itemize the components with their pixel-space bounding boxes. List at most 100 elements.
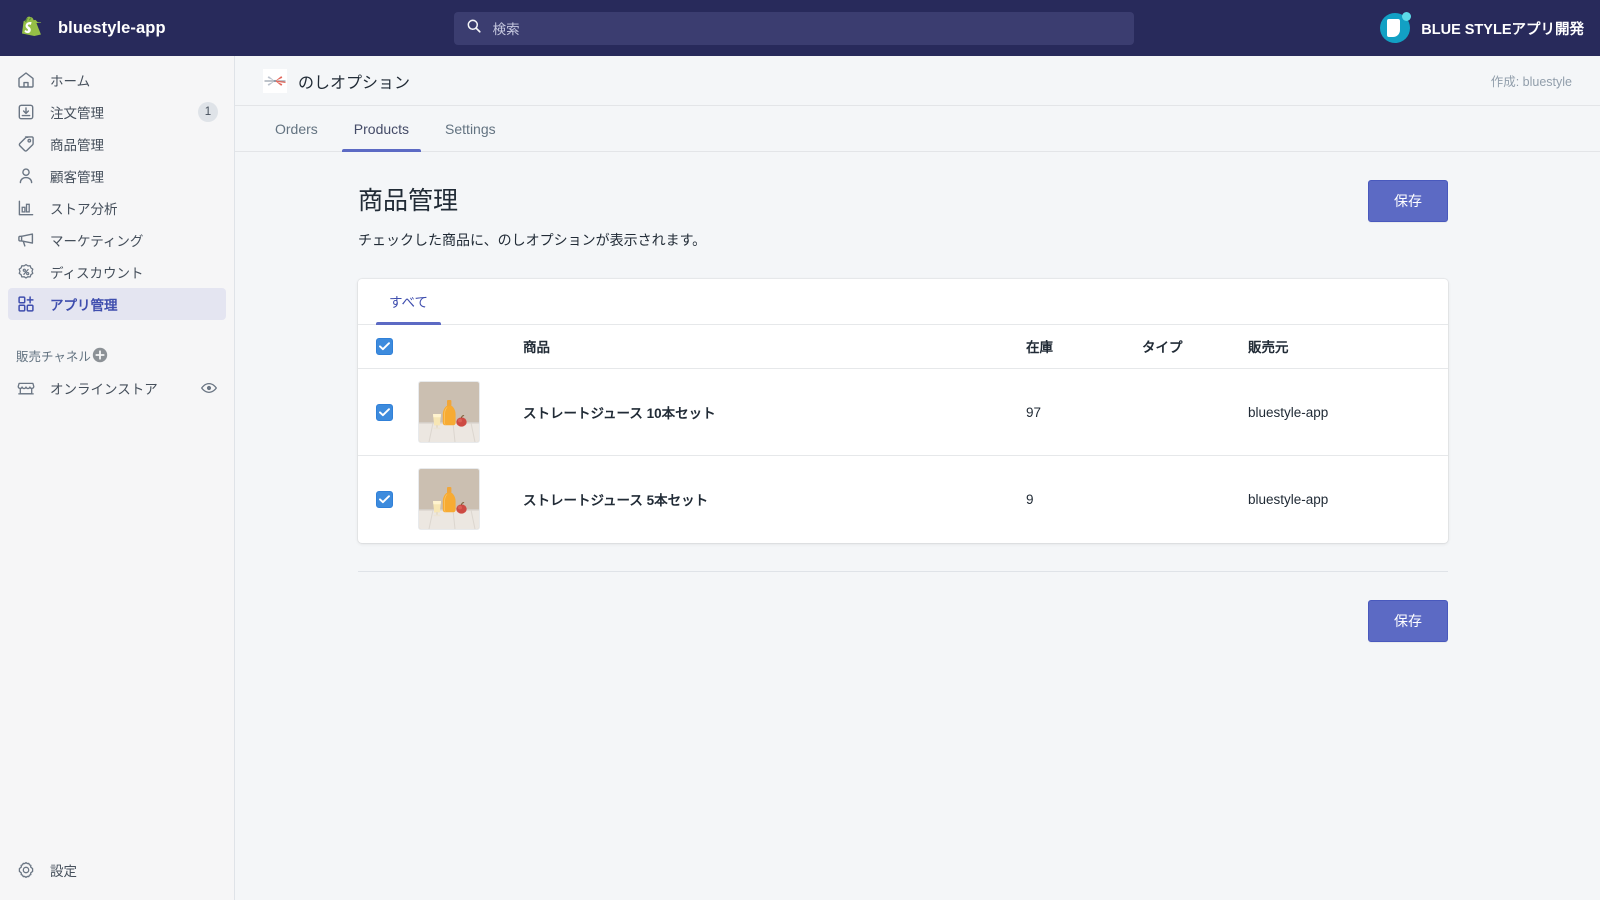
app-author-label: 作成: bluestyle xyxy=(1490,75,1572,89)
stock-header: 在庫 xyxy=(1026,324,1142,370)
sidebar-nav-list: ホーム 注文管理 1 商品管理 顧客管理 ストア分析 マーケティング ディスカウ… xyxy=(0,56,234,320)
sales-channel-label: 販売チャネル xyxy=(16,349,91,364)
row-stock-cell: 9 xyxy=(1026,455,1142,543)
app-tab-bar: Orders Products Settings xyxy=(235,106,1600,152)
customer-person-icon xyxy=(16,166,36,186)
app-title: のしオプション xyxy=(298,74,411,92)
sidebar-item-marketing[interactable]: マーケティング xyxy=(8,224,226,256)
row-checkbox[interactable] xyxy=(376,403,393,421)
analytics-bar-chart-icon xyxy=(16,198,36,218)
row-name-cell: ストレートジュース 5本セット xyxy=(523,455,1026,543)
type-header: タイプ xyxy=(1142,324,1248,370)
row-type-cell xyxy=(1142,369,1248,456)
product-tag-icon xyxy=(16,134,36,154)
filter-tab-all[interactable]: すべて xyxy=(376,279,442,325)
vendor-value: bluestyle-app xyxy=(1248,491,1329,507)
stock-value: 97 xyxy=(1026,404,1042,420)
product-name: ストレートジュース 10本セット xyxy=(523,406,716,422)
sidebar-item-home[interactable]: ホーム xyxy=(8,64,226,96)
noshi-ribbon-icon xyxy=(263,68,287,93)
save-button-top[interactable]: 保存 xyxy=(1368,180,1448,222)
products-table-head: 商品 在庫 タイプ 販売元 xyxy=(358,324,1448,370)
sidebar-item-label: 商品管理 xyxy=(50,138,104,153)
plus-circle-icon[interactable] xyxy=(91,346,109,364)
account-name-label: BLUE STYLEアプリ開発 xyxy=(1421,21,1584,38)
sidebar-item-customers[interactable]: 顧客管理 xyxy=(8,160,226,192)
products-table-body: ストレートジュース 10本セット 97 bluestyle-app ストレートジ… xyxy=(358,369,1448,543)
page-content: 商品管理 チェックした商品に、のしオプションが表示されます。 保存 すべて 商品… xyxy=(358,180,1448,642)
table-row[interactable]: ストレートジュース 10本セット 97 bluestyle-app xyxy=(358,369,1448,456)
discount-percent-icon xyxy=(16,262,36,282)
page-footer-actions: 保存 xyxy=(358,599,1448,642)
product-header: 商品 xyxy=(523,324,1026,370)
row-type-cell xyxy=(1142,455,1248,543)
gear-icon xyxy=(16,860,36,880)
apps-grid-plus-icon xyxy=(16,294,36,314)
thumbnail-header xyxy=(418,324,523,370)
store-brand[interactable]: bluestyle-app xyxy=(0,0,235,56)
tab-settings[interactable]: Settings xyxy=(433,106,508,151)
tab-label: Settings xyxy=(445,120,496,137)
row-select-cell xyxy=(358,455,418,543)
sidebar-item-label: ストア分析 xyxy=(50,202,118,217)
table-row[interactable]: ストレートジュース 5本セット 9 bluestyle-app xyxy=(358,455,1448,543)
search-input[interactable]: 検索 xyxy=(453,11,1134,45)
top-bar: bluestyle-app 検索 BLUE STYLEアプリ開発 xyxy=(0,0,1600,56)
shopify-bag-icon xyxy=(17,12,46,44)
select-all-header xyxy=(358,324,418,370)
storefront-icon xyxy=(16,378,36,398)
stock-value: 9 xyxy=(1026,491,1034,507)
sidebar-item-label: 設定 xyxy=(50,864,77,879)
eye-icon[interactable] xyxy=(200,379,218,397)
sidebar-item-discounts[interactable]: ディスカウント xyxy=(8,256,226,288)
row-vendor-cell: bluestyle-app xyxy=(1248,369,1448,456)
store-name-label: bluestyle-app xyxy=(58,18,166,37)
page-subtitle: チェックした商品に、のしオプションが表示されます。 xyxy=(358,232,707,248)
app-embed-frame: のしオプション 作成: bluestyle Orders Products Se… xyxy=(235,56,1600,900)
sidebar-item-label: アプリ管理 xyxy=(50,298,118,313)
section-divider xyxy=(358,570,1448,572)
sidebar-item-settings[interactable]: 設定 xyxy=(8,854,226,886)
card-filter-tabs: すべて xyxy=(358,279,1448,325)
tab-label: Orders xyxy=(275,120,318,137)
sidebar-item-label: 注文管理 xyxy=(50,106,104,121)
row-checkbox[interactable] xyxy=(376,490,393,508)
sidebar-footer: 設定 xyxy=(0,854,234,886)
page-header-text: 商品管理 チェックした商品に、のしオプションが表示されます。 xyxy=(358,186,1368,251)
row-vendor-cell: bluestyle-app xyxy=(1248,455,1448,543)
orders-count-badge: 1 xyxy=(198,102,218,122)
sidebar-item-analytics[interactable]: ストア分析 xyxy=(8,192,226,224)
avatar-accent-dot xyxy=(1402,12,1412,21)
sidebar-item-products[interactable]: 商品管理 xyxy=(8,128,226,160)
sidebar-item-label: マーケティング xyxy=(50,234,144,249)
select-all-checkbox[interactable] xyxy=(376,337,393,355)
page-body: 商品管理 チェックした商品に、のしオプションが表示されます。 保存 すべて 商品… xyxy=(235,152,1600,642)
sidebar-item-apps[interactable]: アプリ管理 xyxy=(8,288,226,320)
sidebar-item-label: ホーム xyxy=(50,74,91,89)
row-thumbnail-cell xyxy=(418,455,523,543)
tab-label: Products xyxy=(353,120,410,137)
sidebar-item-orders[interactable]: 注文管理 1 xyxy=(8,96,226,128)
products-card: すべて 商品 在庫 タイプ 販売元 ストレートジュース 10本セット 97 bl… xyxy=(358,278,1448,543)
page-header: 商品管理 チェックした商品に、のしオプションが表示されます。 保存 xyxy=(358,180,1448,251)
page-title: 商品管理 xyxy=(358,187,459,215)
account-menu[interactable]: BLUE STYLEアプリ開発 xyxy=(1380,0,1600,56)
products-table: 商品 在庫 タイプ 販売元 ストレートジュース 10本セット 97 bluest… xyxy=(358,324,1448,543)
sidebar-item-label: ディスカウント xyxy=(50,266,144,281)
sidebar-item-online-store[interactable]: オンラインストア xyxy=(8,372,226,404)
filter-tab-label: すべて xyxy=(389,295,429,311)
save-button-bottom[interactable]: 保存 xyxy=(1368,599,1448,642)
sidebar: ホーム 注文管理 1 商品管理 顧客管理 ストア分析 マーケティング ディスカウ… xyxy=(0,56,235,900)
sidebar-item-label: オンラインストア xyxy=(50,382,158,397)
product-name: ストレートジュース 5本セット xyxy=(523,493,709,509)
row-name-cell: ストレートジュース 10本セット xyxy=(523,369,1026,456)
search-placeholder: 検索 xyxy=(492,22,520,37)
search-area: 検索 xyxy=(235,11,1380,45)
tab-products[interactable]: Products xyxy=(341,106,422,152)
vendor-header: 販売元 xyxy=(1248,324,1448,370)
sidebar-item-label: 顧客管理 xyxy=(50,170,104,185)
tab-orders[interactable]: Orders xyxy=(263,106,330,151)
app-header: のしオプション 作成: bluestyle xyxy=(235,56,1600,106)
search-icon xyxy=(466,18,482,39)
row-thumbnail-cell xyxy=(418,369,523,456)
